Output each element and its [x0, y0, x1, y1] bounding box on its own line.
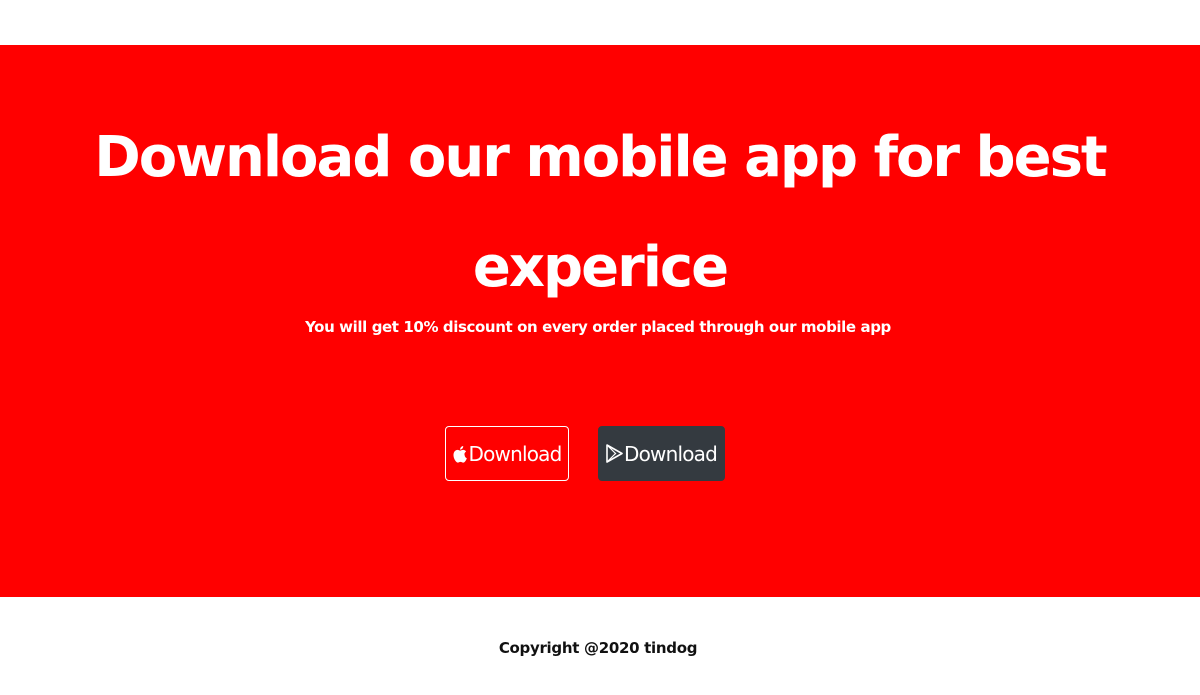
footer: Copyright @2020 tindog: [0, 597, 1200, 695]
apple-download-button[interactable]: Download: [445, 426, 569, 481]
apple-download-label: Download: [468, 441, 562, 466]
page-title: Download our mobile app for best experic…: [0, 103, 1200, 323]
discount-subtitle: You will get 10% discount on every order…: [305, 318, 891, 336]
page-title-line-1: Download our mobile app for best: [94, 125, 1107, 190]
apple-icon: [452, 445, 468, 463]
play-download-label: Download: [623, 441, 718, 466]
copyright-text: Copyright @2020 tindog: [498, 639, 698, 657]
play-store-download-button[interactable]: Download: [598, 426, 725, 481]
download-section: Download our mobile app for best experic…: [0, 45, 1200, 597]
google-play-icon: [606, 444, 624, 463]
page-title-line-2: experice: [472, 235, 729, 300]
top-whitespace: [0, 0, 1200, 45]
